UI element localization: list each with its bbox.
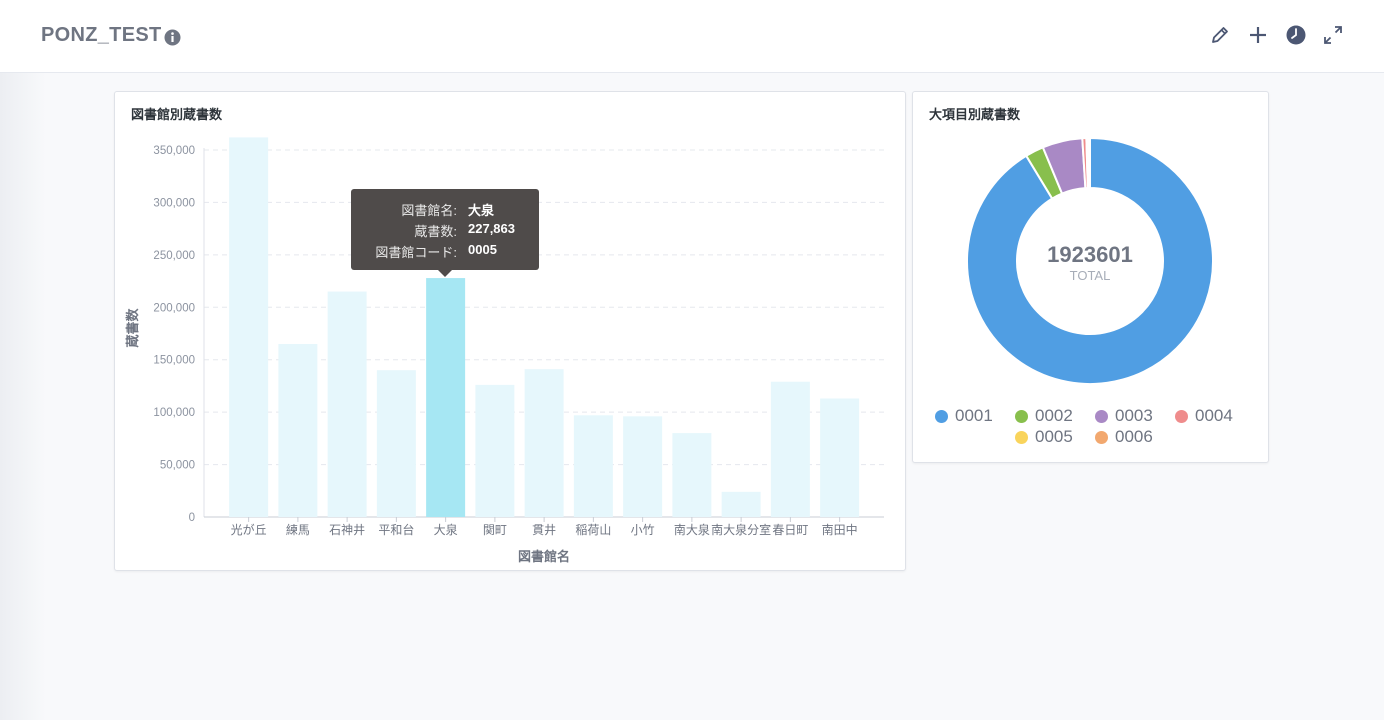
legend-dot [935, 410, 948, 423]
legend-label: 0005 [1035, 427, 1073, 446]
x-tick-label: 大泉 [434, 523, 458, 537]
legend-dot [1015, 431, 1028, 444]
tooltip-value: 大泉 [468, 203, 495, 218]
x-tick-label: 南田中 [822, 522, 858, 537]
x-tick-label: 練馬 [286, 523, 310, 537]
y-tick-label: 250,000 [153, 250, 195, 262]
x-tick-label: 関町 [483, 523, 507, 537]
tooltip-key: 蔵書数: [414, 224, 457, 239]
tooltip-key: 図書館名: [401, 203, 457, 218]
dashboard-page: PONZ_TEST 図書館別蔵書数 0 50,000 100,000 150,00 [0, 0, 1384, 720]
x-tick-label: 稲荷山 [575, 523, 611, 537]
tooltip-key: 図書館コード: [375, 245, 457, 260]
x-tick-label: 平和台 [378, 522, 414, 537]
y-tick-label: 200,000 [153, 302, 195, 314]
y-tick-label: 0 [189, 512, 195, 524]
x-tick-label: 石神井 [329, 523, 365, 537]
y-tick-label: 350,000 [153, 145, 195, 157]
tooltip-arrow [438, 270, 452, 277]
x-tick-label: 貫井 [532, 523, 556, 537]
tooltip-row-code: 図書館コード: 0005 [351, 242, 539, 262]
x-tick-label: 春日町 [772, 523, 808, 537]
tooltip-row-name: 図書館名: 大泉 [351, 200, 539, 220]
x-tick-label: 南大泉分室 [711, 522, 771, 537]
bar-関町[interactable] [475, 384, 515, 517]
legend-label: 0004 [1195, 406, 1233, 425]
y-tick-label: 300,000 [153, 197, 195, 209]
x-tick-label: 光が丘 [231, 522, 267, 537]
bar-tooltip: 図書館名: 大泉 蔵書数: 227,863 図書館コード: 0005 [351, 189, 539, 277]
legend-label: 0001 [955, 406, 993, 425]
bar-南大泉[interactable] [672, 433, 712, 517]
legend-dot [1095, 410, 1108, 423]
legend-label: 0006 [1115, 427, 1153, 446]
legend-dot [1175, 410, 1188, 423]
legend-label: 0002 [1035, 406, 1073, 425]
x-axis-label: 図書館名 [518, 549, 570, 564]
bar-稲荷山[interactable] [573, 415, 613, 517]
legend-dot [1015, 410, 1028, 423]
donut-chart-title[interactable]: 大項目別蔵書数 [929, 104, 1020, 123]
bar-石神井[interactable] [327, 291, 367, 517]
bar-練馬[interactable] [278, 343, 318, 517]
x-tick-label: 南大泉 [674, 522, 710, 537]
legend-dot [1095, 431, 1108, 444]
bar-南田中[interactable] [820, 398, 860, 517]
x-tick-label: 小竹 [631, 523, 655, 537]
tooltip-value: 0005 [468, 242, 497, 257]
bar-小竹[interactable] [623, 416, 663, 517]
bar-平和台[interactable] [376, 370, 416, 517]
y-tick-label: 50,000 [160, 460, 195, 472]
bar-春日町[interactable] [770, 381, 810, 517]
donut-chart-card: 大項目別蔵書数 0001 0002 0003 0004 0005 0006 [912, 91, 1269, 463]
bar-貫井[interactable] [524, 369, 564, 517]
tooltip-value: 227,863 [468, 221, 515, 236]
y-tick-label: 100,000 [153, 407, 195, 419]
y-axis-label: 蔵書数 [125, 308, 140, 348]
bar-大泉[interactable] [426, 278, 466, 517]
y-tick-label: 150,000 [153, 355, 195, 367]
legend-label: 0003 [1115, 406, 1153, 425]
tooltip-row-count: 蔵書数: 227,863 [351, 221, 539, 241]
bar-光が丘[interactable] [229, 137, 269, 517]
bar-南大泉分室[interactable] [721, 491, 761, 517]
